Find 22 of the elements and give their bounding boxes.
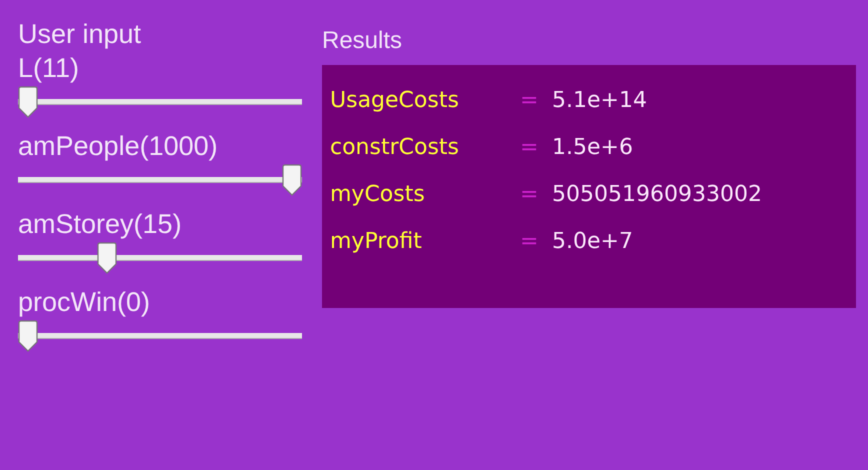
section-title: User input bbox=[18, 18, 142, 50]
result-name: myProfit bbox=[330, 228, 423, 256]
equals-sign: = bbox=[520, 181, 540, 209]
result-value: 5.0e+7 bbox=[552, 228, 633, 256]
slider-thumb[interactable] bbox=[282, 164, 302, 196]
slider-thumb[interactable] bbox=[18, 86, 38, 118]
equals-sign: = bbox=[520, 228, 540, 256]
slider-label: amStorey(15) bbox=[18, 208, 183, 240]
slider-label: L(11) bbox=[18, 52, 80, 84]
result-value: 505051960933002 bbox=[552, 181, 762, 209]
slider-label: procWin(0) bbox=[18, 286, 152, 318]
result-value: 5.1e+14 bbox=[552, 87, 647, 115]
result-name: constrCosts bbox=[330, 134, 460, 162]
result-name: myCosts bbox=[330, 181, 426, 209]
slider-thumb[interactable] bbox=[18, 320, 38, 352]
equals-sign: = bbox=[520, 87, 540, 115]
equals-sign: = bbox=[520, 134, 540, 162]
slider-label: amPeople(1000) bbox=[18, 130, 219, 162]
slider-thumb[interactable] bbox=[97, 242, 118, 274]
result-value: 1.5e+6 bbox=[552, 134, 633, 162]
section-title: Results bbox=[322, 26, 404, 56]
result-name: UsageCosts bbox=[330, 87, 460, 115]
